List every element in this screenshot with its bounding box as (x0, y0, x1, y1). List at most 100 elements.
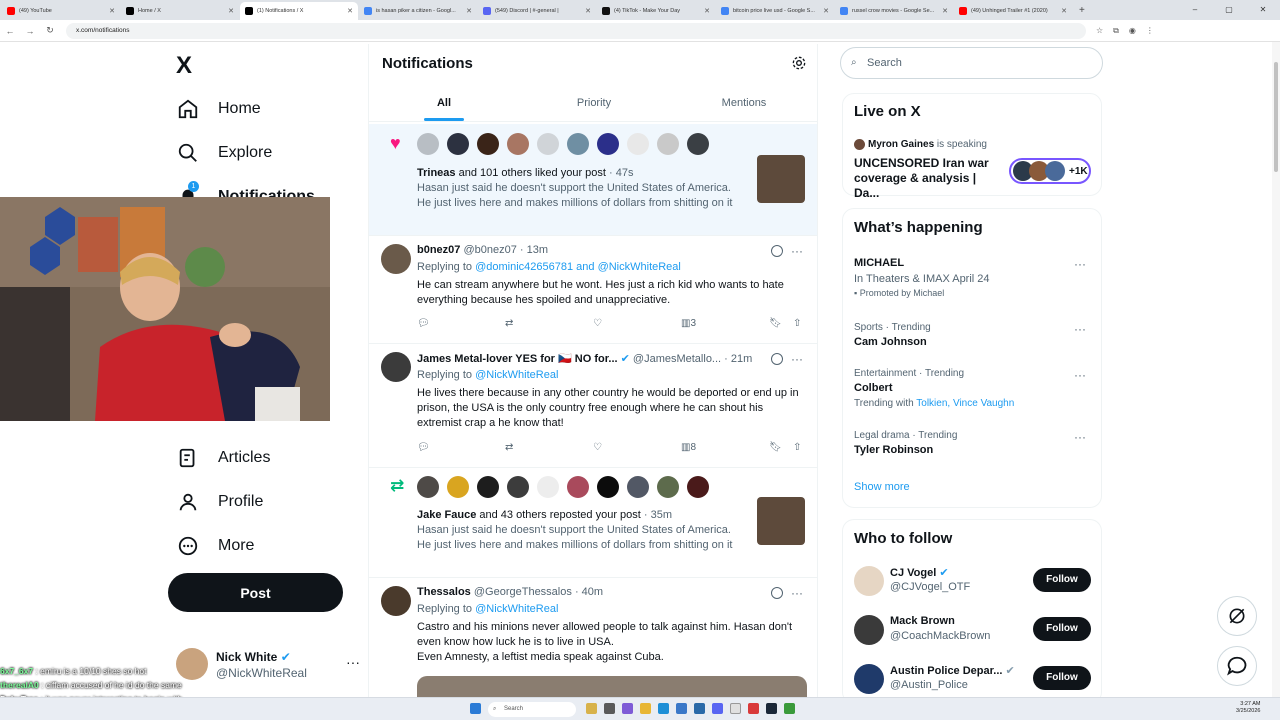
avatar[interactable] (447, 476, 469, 498)
forward-icon[interactable]: → (20, 26, 40, 36)
more-icon[interactable]: ··· (791, 244, 803, 258)
tab-mentions[interactable]: Mentions (669, 84, 817, 121)
grok-icon[interactable] (771, 587, 783, 599)
close-tab-icon[interactable]: ✕ (823, 7, 829, 15)
x-logo[interactable]: X (176, 52, 192, 80)
trend-item[interactable]: Legal drama · Trending Tyler Robinson ··… (854, 430, 1094, 456)
gear-icon[interactable] (791, 55, 807, 71)
avatar[interactable] (417, 476, 439, 498)
avatar[interactable] (447, 133, 469, 155)
avatar[interactable] (687, 476, 709, 498)
mention-link[interactable]: @dominic42656781 and @NickWhiteReal (475, 261, 681, 273)
avatar[interactable] (507, 133, 529, 155)
taskbar-app-icon[interactable] (784, 703, 795, 714)
edge-icon[interactable] (658, 703, 669, 714)
views-icon[interactable]: ▥ 8 (681, 442, 696, 453)
steam-icon[interactable] (766, 703, 777, 714)
browser-tab[interactable]: (49) YouTube ✕ (2, 2, 120, 20)
trend-item[interactable]: Entertainment · Trending Colbert Trendin… (854, 368, 1094, 409)
author-handle[interactable]: @JamesMetallo... (633, 353, 721, 365)
avatar[interactable] (381, 586, 411, 616)
actor-name[interactable]: Trineas (417, 167, 456, 179)
avatar[interactable] (507, 476, 529, 498)
views-icon[interactable]: ▥ 3 (681, 318, 696, 329)
avatar[interactable] (477, 476, 499, 498)
trend-item[interactable]: Sports · Trending Cam Johnson ··· (854, 322, 1094, 348)
follow-button[interactable]: Follow (1033, 568, 1091, 592)
more-icon[interactable]: ··· (791, 586, 803, 600)
avatar[interactable] (687, 133, 709, 155)
browser-tab[interactable]: Home / X ✕ (121, 2, 239, 20)
taskbar-app-icon[interactable] (622, 703, 633, 714)
reply-tweet[interactable]: b0nez07 @b0nez07 · 13m ··· Replying to @… (369, 236, 817, 344)
avatar[interactable] (537, 476, 559, 498)
bookmark-icon[interactable]: 🔖︎ (769, 442, 782, 453)
taskbar-app-icon[interactable] (604, 703, 615, 714)
trend-links[interactable]: Tolkien, Vince Vaughn (916, 398, 1014, 409)
sidebar-item-more[interactable]: More (168, 526, 254, 566)
discord-icon[interactable] (712, 703, 723, 714)
browser-tab[interactable]: (49) Unhinged Trailer #1 (2020) ✕ (954, 2, 1072, 20)
minimize-button[interactable]: – (1178, 0, 1212, 20)
browser-tab[interactable]: bitcoin price live usd - Google S... ✕ (716, 2, 834, 20)
author-handle[interactable]: @b0nez07 (463, 244, 516, 256)
grok-icon[interactable] (771, 353, 783, 365)
share-icon[interactable]: ⇧ (793, 442, 801, 453)
avatar[interactable] (627, 476, 649, 498)
page-scrollbar[interactable] (1272, 42, 1280, 697)
reply-icon[interactable]: 💬︎ (417, 318, 430, 329)
like-icon[interactable]: ♡ (593, 442, 602, 453)
reply-tweet[interactable]: James Metal-lover YES for 🇨🇿 NO for... ✔… (369, 344, 817, 468)
grok-icon[interactable] (771, 245, 783, 257)
tab-all[interactable]: All (369, 84, 519, 121)
close-tab-icon[interactable]: ✕ (109, 7, 115, 15)
avatar[interactable] (657, 476, 679, 498)
url-field[interactable]: x.com/notifications (66, 22, 1086, 39)
system-clock[interactable]: 3:27 AM 3/25/2026 (1236, 701, 1260, 715)
author-name[interactable]: Thessalos (417, 586, 471, 598)
close-tab-icon[interactable]: ✕ (1061, 7, 1067, 15)
taskbar-app-icon[interactable] (694, 703, 705, 714)
trend-item[interactable]: MICHAEL In Theaters & IMAX April 24 ▪ Pr… (854, 257, 1094, 298)
browser-tab-active[interactable]: (1) Notifications / X ✕ (240, 2, 358, 20)
bookmark-icon[interactable]: 🔖︎ (769, 318, 782, 329)
close-tab-icon[interactable]: ✕ (347, 7, 353, 15)
reload-icon[interactable]: ↻ (40, 25, 60, 36)
follow-suggestion[interactable]: Austin Police Depar... ✔ @Austin_Police … (854, 662, 1094, 698)
browser-menu-icon[interactable]: ⋮ (1146, 26, 1154, 35)
close-tab-icon[interactable]: ✕ (228, 7, 234, 15)
post-button[interactable]: Post (168, 573, 343, 612)
avatar[interactable] (477, 133, 499, 155)
avatar[interactable] (597, 133, 619, 155)
browser-tab[interactable]: (4) TikTok - Make Your Day ✕ (597, 2, 715, 20)
actor-name[interactable]: Jake Fauce (417, 509, 476, 521)
follow-button[interactable]: Follow (1033, 666, 1091, 690)
follow-suggestion[interactable]: Mack Brown @CoachMackBrown Follow (854, 613, 1094, 649)
more-icon[interactable]: ··· (1074, 430, 1086, 444)
back-icon[interactable]: ← (0, 26, 20, 36)
more-icon[interactable]: ··· (791, 352, 803, 366)
author-name[interactable]: b0nez07 (417, 244, 460, 256)
sidebar-item-home[interactable]: Home (168, 89, 261, 129)
taskbar-app-icon[interactable] (676, 703, 687, 714)
close-tab-icon[interactable]: ✕ (466, 7, 472, 15)
more-icon[interactable]: ··· (1074, 322, 1086, 336)
taskbar-app-icon[interactable] (586, 703, 597, 714)
sidebar-item-profile[interactable]: Profile (168, 482, 263, 522)
author-handle[interactable]: @GeorgeThessalos (474, 586, 572, 598)
browser-tab[interactable]: russel crow movies - Google Se... ✕ (835, 2, 953, 20)
more-icon[interactable]: ··· (1074, 257, 1086, 271)
follow-button[interactable]: Follow (1033, 617, 1091, 641)
post-thumbnail[interactable] (757, 497, 805, 545)
avatar[interactable] (627, 133, 649, 155)
chrome-icon[interactable] (730, 703, 741, 714)
author-name[interactable]: James Metal-lover YES for 🇨🇿 NO for... (417, 353, 618, 365)
maximize-button[interactable]: ▢ (1212, 0, 1246, 20)
avatar[interactable] (567, 133, 589, 155)
avatar[interactable] (537, 133, 559, 155)
start-icon[interactable] (470, 703, 481, 714)
close-tab-icon[interactable]: ✕ (704, 7, 710, 15)
avatar[interactable] (567, 476, 589, 498)
live-headline[interactable]: UNCENSORED Iran war coverage & analysis … (854, 156, 1004, 201)
browser-tab[interactable]: is hasan piker a citizen - Googl... ✕ (359, 2, 477, 20)
